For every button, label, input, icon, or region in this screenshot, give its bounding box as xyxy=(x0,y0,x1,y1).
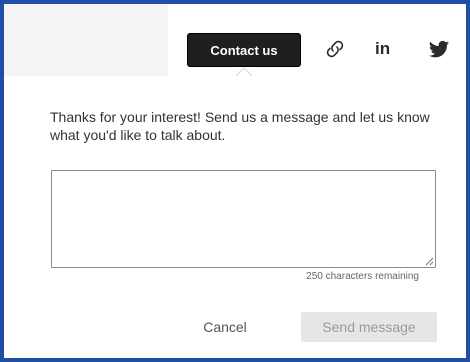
contact-us-button[interactable]: Contact us xyxy=(187,33,301,67)
send-message-button[interactable]: Send message xyxy=(301,312,437,342)
window-frame: Contact us in Thanks for your interest! … xyxy=(0,0,470,362)
characters-remaining: 250 characters remaining xyxy=(306,271,419,282)
message-textarea[interactable] xyxy=(51,170,436,268)
send-message-label: Send message xyxy=(322,319,416,335)
contact-message: Thanks for your interest! Send us a mess… xyxy=(50,109,430,143)
cancel-label: Cancel xyxy=(203,319,247,335)
cancel-button[interactable]: Cancel xyxy=(198,317,252,337)
linkedin-icon-text: in xyxy=(375,39,391,58)
contact-us-label: Contact us xyxy=(210,42,278,58)
twitter-icon[interactable] xyxy=(428,40,450,60)
resize-grip-icon[interactable] xyxy=(424,256,434,266)
link-icon[interactable] xyxy=(323,37,347,61)
linkedin-icon[interactable]: in xyxy=(375,39,390,59)
top-bar-left-area xyxy=(4,4,168,76)
